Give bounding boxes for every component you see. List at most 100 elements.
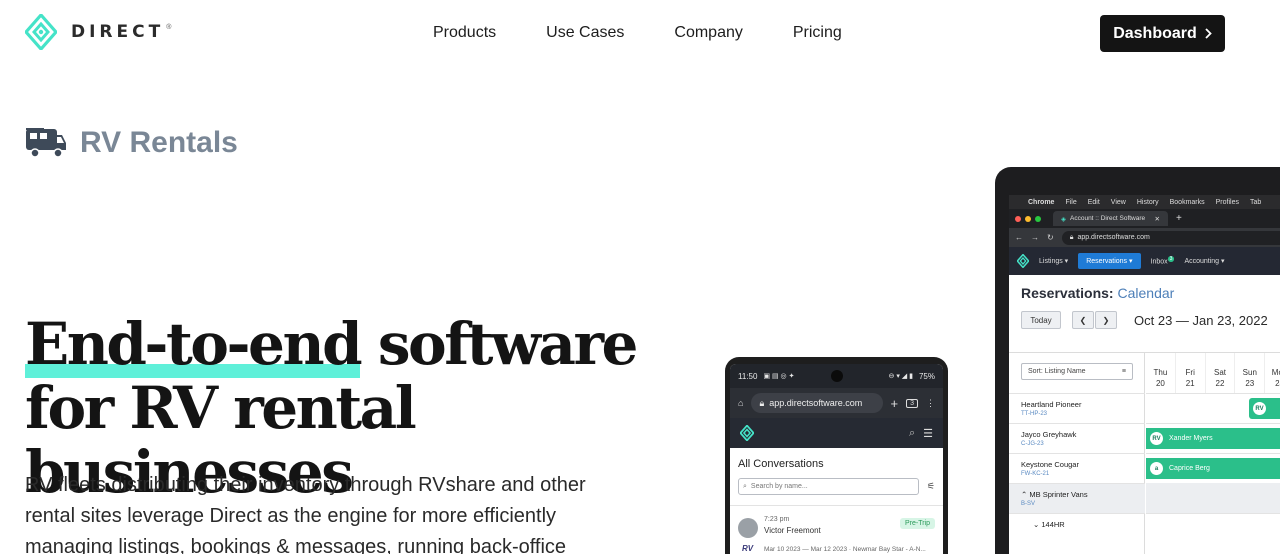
menu-edit[interactable]: Edit xyxy=(1088,199,1100,206)
listing-row[interactable]: Heartland Pioneer TT-HP-23 xyxy=(1009,393,1145,423)
battery-level: 75% xyxy=(918,371,935,381)
menu-view[interactable]: View xyxy=(1111,199,1126,206)
minimize-window-icon[interactable] xyxy=(1025,215,1031,222)
booking-source-icon: RV xyxy=(1150,432,1163,445)
menu-profiles[interactable]: Profiles xyxy=(1216,199,1239,206)
group-row-shade xyxy=(1146,483,1280,513)
booking-bar[interactable]: a Caprice Berg xyxy=(1146,458,1280,479)
listing-code: B-SV xyxy=(1021,501,1036,507)
search-icon[interactable]: ⌕ xyxy=(909,427,915,440)
calendar-toolbar: Today ❮ ❯ Oct 23 — Jan 23, 2022 xyxy=(1009,301,1280,329)
nav-listings-label: Listings xyxy=(1039,258,1063,265)
day-number: 22 xyxy=(1215,379,1225,388)
day-number: 23 xyxy=(1245,379,1255,388)
new-tab-icon[interactable]: + xyxy=(1176,213,1182,224)
close-window-icon[interactable] xyxy=(1015,215,1021,222)
reload-icon[interactable]: ↻ xyxy=(1047,233,1054,242)
menu-icon[interactable]: ☰ xyxy=(923,427,933,440)
more-icon[interactable]: ⋮ xyxy=(926,398,935,409)
conversation-dates: Mar 10 2023 — Mar 12 2023 · Newmar Bay S… xyxy=(764,546,926,553)
lock-icon: 🔒︎ xyxy=(759,397,765,408)
nav-products[interactable]: Products xyxy=(433,24,496,42)
day-number: 20 xyxy=(1155,379,1165,388)
main-nav: Products Use Cases Company Pricing xyxy=(433,24,842,42)
app-nav: Listings ▾ Reservations ▾ Inbox 3 Account… xyxy=(1009,247,1280,275)
registered-mark: ® xyxy=(166,23,172,31)
brand-name: DIRECT xyxy=(71,22,165,42)
menu-tab[interactable]: Tab xyxy=(1250,199,1261,206)
booking-guest: Caprice Berg xyxy=(1169,465,1210,472)
nav-accounting-label: Accounting xyxy=(1184,258,1220,265)
calendar-days: Thu 20 Fri 21 Sat 22 Sun 23 Mon 24 xyxy=(1146,353,1280,393)
conversation-item[interactable]: 7:23 pm Victor Freemont Pre-Trip RV Mar … xyxy=(730,505,943,554)
page-title-sub: Calendar xyxy=(1117,285,1175,301)
nav-use-cases[interactable]: Use Cases xyxy=(546,24,624,42)
grid-line xyxy=(1146,513,1280,514)
booking-guest: Xander Myers xyxy=(1169,435,1213,442)
lock-icon: 🔒︎ xyxy=(1069,233,1074,241)
booking-bar[interactable]: RV Xander Myers xyxy=(1146,428,1280,449)
tab-count[interactable]: 3 xyxy=(906,398,918,408)
maximize-window-icon[interactable] xyxy=(1035,215,1041,222)
new-tab-icon[interactable]: + xyxy=(891,396,899,411)
page-title-main: Reservations: xyxy=(1021,285,1114,301)
prev-button[interactable]: ❮ xyxy=(1072,311,1094,329)
reservation-calendar: Sort: Listing Name ≡ Heartland Pioneer T… xyxy=(1009,352,1280,554)
chevron-right-icon xyxy=(1205,28,1212,39)
menu-chrome[interactable]: Chrome xyxy=(1028,199,1054,206)
brand-logo[interactable]: DIRECT ® xyxy=(25,14,171,50)
conversation-search-input[interactable]: ⌕ Search by name... xyxy=(738,478,919,495)
mac-menu-bar: Chrome File Edit View History Bookmarks … xyxy=(1009,195,1280,209)
sort-select[interactable]: Sort: Listing Name ≡ xyxy=(1021,363,1133,380)
listing-row[interactable]: Keystone Cougar FW-KC-21 xyxy=(1009,453,1145,483)
nav-reservations[interactable]: Reservations ▾ xyxy=(1078,253,1141,269)
listing-name: Heartland Pioneer xyxy=(1021,400,1082,409)
forward-icon[interactable]: → xyxy=(1031,233,1039,242)
phone-mockup: 11:50 ▣ ▤ ◎ ✦ ⊖ ▾ ◢ ▮ 75% ⌂ 🔒︎ app.direc… xyxy=(725,357,948,554)
tab-title: Account :: Direct Software xyxy=(1070,215,1146,222)
address-field[interactable]: 🔒︎ app.directsoftware.com xyxy=(1061,230,1280,245)
day-name: Sat xyxy=(1213,368,1226,377)
listing-group-row[interactable]: ⌃ MB Sprinter Vans B-SV xyxy=(1009,483,1145,513)
dashboard-button[interactable]: Dashboard xyxy=(1100,15,1225,52)
home-icon[interactable]: ⌂ xyxy=(738,398,743,408)
phone-url-bar: ⌂ 🔒︎ app.directsoftware.com + 3 ⋮ xyxy=(730,388,943,418)
phone-address-field[interactable]: 🔒︎ app.directsoftware.com xyxy=(751,393,883,413)
nav-reservations-label: Reservations xyxy=(1086,258,1128,265)
browser-tab[interactable]: ◈ Account :: Direct Software ✕ xyxy=(1053,211,1168,226)
phone-app-header: ⌕ ☰ xyxy=(730,418,943,448)
booking-bar[interactable]: RV xyxy=(1249,398,1280,419)
grid-line xyxy=(1146,453,1280,454)
direct-logo-icon xyxy=(25,14,57,50)
booking-source-icon: a xyxy=(1150,462,1163,475)
direct-logo-icon xyxy=(1017,254,1029,268)
day-name: Thu xyxy=(1153,368,1168,377)
phone-url: app.directsoftware.com xyxy=(769,398,863,408)
day-name: Sun xyxy=(1242,368,1257,377)
menu-history[interactable]: History xyxy=(1137,199,1159,206)
menu-bookmarks[interactable]: Bookmarks xyxy=(1170,199,1205,206)
grid-line xyxy=(1146,423,1280,424)
filter-icon[interactable]: ⚟ xyxy=(927,481,935,492)
nav-accounting[interactable]: Accounting ▾ xyxy=(1184,257,1224,265)
booking-source-icon: RV xyxy=(1253,402,1266,415)
today-button[interactable]: Today xyxy=(1021,311,1061,329)
nav-listings[interactable]: Listings ▾ xyxy=(1039,257,1068,265)
nav-company[interactable]: Company xyxy=(674,24,742,42)
nav-inbox[interactable]: Inbox 3 xyxy=(1151,256,1175,266)
date-range: Oct 23 — Jan 23, 2022 xyxy=(1134,312,1268,328)
category-heading: RV Rentals xyxy=(25,126,238,160)
close-tab-icon[interactable]: ✕ xyxy=(1155,215,1160,223)
menu-file[interactable]: File xyxy=(1065,199,1076,206)
page-title: Reservations: Calendar xyxy=(1009,275,1280,301)
laptop-mockup: Chrome File Edit View History Bookmarks … xyxy=(995,167,1280,554)
next-button[interactable]: ❯ xyxy=(1095,311,1117,329)
day-header: Mon 24 xyxy=(1265,353,1280,393)
conversations-title: All Conversations xyxy=(738,458,824,470)
back-icon[interactable]: ← xyxy=(1015,233,1023,242)
nav-pricing[interactable]: Pricing xyxy=(793,24,842,42)
listing-row[interactable]: Jayco Greyhawk C-JG-23 xyxy=(1009,423,1145,453)
day-header: Fri 21 xyxy=(1176,353,1206,393)
inbox-count-badge: 3 xyxy=(1167,256,1175,263)
listing-subgroup-row[interactable]: ⌄ 144HR xyxy=(1009,513,1145,543)
